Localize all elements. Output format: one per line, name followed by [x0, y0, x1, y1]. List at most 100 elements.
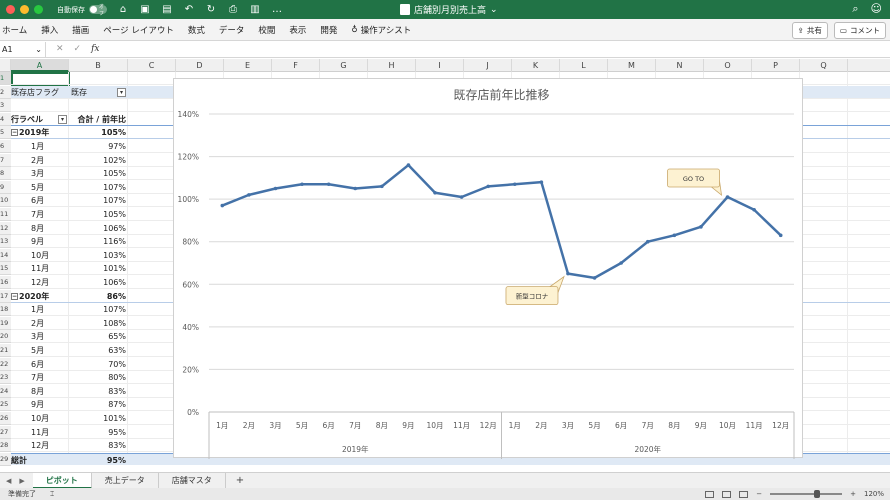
- cell-a[interactable]: 7月: [11, 371, 69, 384]
- sheet-tab-store-master[interactable]: 店舗マスタ: [159, 472, 226, 489]
- tab-page-layout[interactable]: ページ レイアウト: [96, 24, 181, 36]
- cell-a[interactable]: 3月: [11, 167, 69, 180]
- cancel-icon[interactable]: ✕: [56, 44, 64, 54]
- column-header-n[interactable]: N: [656, 59, 704, 72]
- cell-b[interactable]: 86%: [69, 290, 128, 303]
- row-header[interactable]: 18: [0, 303, 11, 317]
- column-header-h[interactable]: H: [368, 59, 416, 72]
- column-header-d[interactable]: D: [176, 59, 224, 72]
- row-header[interactable]: 16: [0, 276, 11, 289]
- row-header[interactable]: 27: [0, 425, 11, 439]
- row-header[interactable]: 17: [0, 289, 11, 303]
- cell-a[interactable]: 1月: [11, 303, 69, 316]
- row-header[interactable]: 11: [0, 208, 11, 221]
- row-label-filter-icon[interactable]: ▾: [58, 114, 67, 124]
- tell-me-assist[interactable]: ♁ 操作アシスト: [344, 24, 418, 36]
- row-header[interactable]: 10: [0, 194, 11, 208]
- cell-b[interactable]: 102%: [69, 154, 128, 167]
- tab-home[interactable]: ホーム: [0, 24, 34, 36]
- cell-b[interactable]: 既存 ▾: [69, 86, 128, 99]
- column-header-a[interactable]: A: [11, 59, 69, 72]
- cell-b[interactable]: 107%: [69, 303, 128, 316]
- zoom-slider-knob[interactable]: [814, 490, 821, 498]
- cell-b[interactable]: 105%: [69, 126, 128, 139]
- cell-a[interactable]: 6月: [11, 194, 69, 207]
- cell-a[interactable]: 11月: [11, 426, 69, 439]
- row-header[interactable]: 13: [0, 235, 11, 249]
- collapse-icon[interactable]: −: [11, 292, 18, 300]
- cell-b[interactable]: 97%: [69, 140, 128, 153]
- select-all-corner[interactable]: [0, 59, 11, 72]
- cell-b[interactable]: 83%: [69, 439, 128, 452]
- row-header[interactable]: 20: [0, 330, 11, 344]
- row-header[interactable]: 26: [0, 412, 11, 425]
- cell-a[interactable]: 8月: [11, 385, 69, 398]
- collapse-icon[interactable]: −: [11, 129, 18, 137]
- cell-a[interactable]: 8月: [11, 222, 69, 235]
- column-header-j[interactable]: J: [464, 59, 512, 72]
- cell-a[interactable]: 10月: [11, 249, 69, 262]
- cell-b[interactable]: 95%: [69, 426, 128, 439]
- prev-sheet-icon[interactable]: ◀: [6, 477, 11, 485]
- cell-a[interactable]: 12月: [11, 276, 69, 289]
- document-title[interactable]: 店舗別月別売上高 ⌄: [400, 3, 498, 16]
- row-header[interactable]: 22: [0, 357, 11, 371]
- row-header[interactable]: 8: [0, 167, 11, 181]
- cell-b[interactable]: 107%: [69, 181, 128, 194]
- row-header[interactable]: 28: [0, 439, 11, 453]
- sheet-tab-pivot[interactable]: ピボット: [32, 472, 92, 489]
- cell-a[interactable]: 5月: [11, 181, 69, 194]
- confirm-icon[interactable]: ✓: [74, 44, 82, 54]
- cell-a[interactable]: 11月: [11, 262, 69, 275]
- row-header[interactable]: 9: [0, 180, 11, 194]
- cell-b[interactable]: 80%: [69, 371, 128, 384]
- tab-data[interactable]: データ: [212, 24, 252, 36]
- row-header[interactable]: 14: [0, 248, 11, 262]
- column-header-m[interactable]: M: [608, 59, 656, 72]
- cell-a[interactable]: 既存店フラグ: [11, 86, 69, 99]
- save-icon[interactable]: ▣: [139, 4, 151, 15]
- row-header[interactable]: 23: [0, 371, 11, 385]
- column-header-g[interactable]: G: [320, 59, 368, 72]
- redo-icon[interactable]: ↻: [205, 4, 217, 15]
- tab-developer[interactable]: 開発: [313, 24, 344, 36]
- row-header[interactable]: 1: [0, 72, 11, 85]
- add-sheet-button[interactable]: +: [226, 475, 254, 486]
- cell-a[interactable]: 6月: [11, 358, 69, 371]
- cell-a[interactable]: 5月: [11, 344, 69, 357]
- row-header[interactable]: 12: [0, 221, 11, 235]
- row-header[interactable]: 6: [0, 140, 11, 153]
- cell-b[interactable]: 106%: [69, 222, 128, 235]
- cell-b[interactable]: 105%: [69, 167, 128, 180]
- tab-review[interactable]: 校閲: [251, 24, 282, 36]
- row-header[interactable]: 4: [0, 112, 11, 126]
- sheet-tab-sales-data[interactable]: 売上データ: [92, 472, 159, 489]
- row-header[interactable]: 29: [0, 452, 11, 466]
- column-header-f[interactable]: F: [272, 59, 320, 72]
- column-header-b[interactable]: B: [69, 59, 128, 72]
- row-header[interactable]: 24: [0, 384, 11, 398]
- cell-a[interactable]: 行ラベル ▾: [11, 113, 69, 126]
- tab-view[interactable]: 表示: [282, 24, 313, 36]
- zoom-in-icon[interactable]: +: [850, 490, 856, 498]
- cell-a[interactable]: 2月: [11, 317, 69, 330]
- cell-b[interactable]: 87%: [69, 398, 128, 411]
- column-header-o[interactable]: O: [704, 59, 752, 72]
- row-header[interactable]: 7: [0, 153, 11, 167]
- cell-a[interactable]: [11, 99, 69, 112]
- cell-b[interactable]: 83%: [69, 385, 128, 398]
- chart-icon[interactable]: ▥: [249, 4, 261, 15]
- cell-a[interactable]: [11, 72, 69, 85]
- column-header-p[interactable]: P: [752, 59, 800, 72]
- zoom-window-button[interactable]: [34, 5, 43, 14]
- cell-b[interactable]: 101%: [69, 262, 128, 275]
- tab-formulas[interactable]: 数式: [181, 24, 212, 36]
- cell-a[interactable]: 1月: [11, 140, 69, 153]
- cell-a[interactable]: 2月: [11, 154, 69, 167]
- more-icon[interactable]: …: [271, 4, 283, 15]
- print-icon[interactable]: ⎙: [227, 4, 239, 15]
- column-header-k[interactable]: K: [512, 59, 560, 72]
- undo-icon[interactable]: ↶: [183, 4, 195, 15]
- cell-a[interactable]: 3月: [11, 330, 69, 343]
- cell-b[interactable]: 101%: [69, 412, 128, 425]
